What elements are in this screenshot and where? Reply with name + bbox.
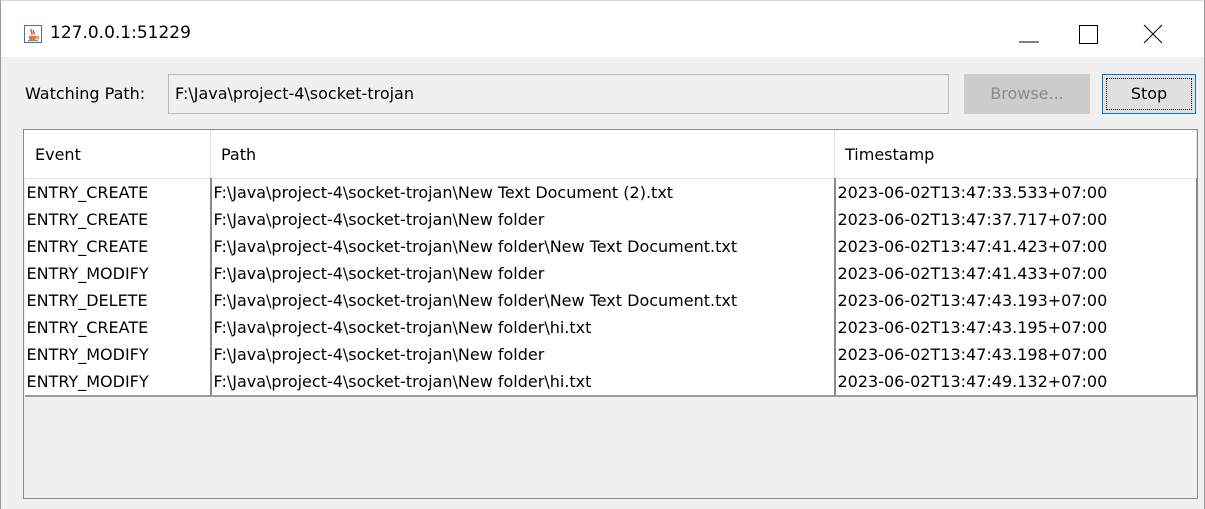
event-cell[interactable]: ENTRY_CREATE [24,206,212,233]
path-cell[interactable]: F:\Java\project-4\socket-trojan\New fold… [210,341,836,368]
maximize-button[interactable] [1068,1,1118,57]
maximize-icon [1079,25,1098,44]
events-table-pane[interactable]: Event Path Timestamp ENTRY_CREATE F:\Jav… [23,129,1198,499]
table-row[interactable]: ENTRY_CREATE F:\Java\project-4\socket-tr… [24,206,1197,233]
watching-path-field[interactable]: F:\Java\project-4\socket-trojan [168,74,949,114]
path-cell[interactable]: F:\Java\project-4\socket-trojan\New fold… [210,314,836,341]
column-header-timestamp[interactable]: Timestamp [834,130,1197,179]
event-cell[interactable]: ENTRY_DELETE [24,287,212,314]
app-window: 127.0.0.1:51229 Watching Path: F:\Java\p… [0,0,1205,509]
timestamp-cell[interactable]: 2023-06-02T13:47:33.533+07:00 [834,178,1197,206]
timestamp-cell[interactable]: 2023-06-02T13:47:41.423+07:00 [834,233,1197,260]
timestamp-cell[interactable]: 2023-06-02T13:47:43.193+07:00 [834,287,1197,314]
stop-button-label: Stop [1130,84,1168,103]
path-cell[interactable]: F:\Java\project-4\socket-trojan\New fold… [210,287,836,314]
event-cell[interactable]: ENTRY_MODIFY [24,260,212,287]
timestamp-cell[interactable]: 2023-06-02T13:47:37.717+07:00 [834,206,1197,233]
java-coffee-cup-icon[interactable] [24,25,42,43]
stop-button[interactable]: Stop [1102,74,1196,114]
column-header-path[interactable]: Path [210,130,835,179]
event-cell[interactable]: ENTRY_CREATE [24,233,212,260]
path-cell[interactable]: F:\Java\project-4\socket-trojan\New fold… [210,233,836,260]
path-cell[interactable]: F:\Java\project-4\socket-trojan\New Text… [210,178,836,206]
table-row[interactable]: ENTRY_CREATE F:\Java\project-4\socket-tr… [24,233,1197,260]
timestamp-cell[interactable]: 2023-06-02T13:47:49.132+07:00 [834,368,1197,397]
table-row[interactable]: ENTRY_DELETE F:\Java\project-4\socket-tr… [24,287,1197,314]
table-row[interactable]: ENTRY_MODIFY F:\Java\project-4\socket-tr… [24,341,1197,368]
table-row[interactable]: ENTRY_MODIFY F:\Java\project-4\socket-tr… [24,260,1197,287]
event-cell[interactable]: ENTRY_CREATE [24,178,212,206]
timestamp-cell[interactable]: 2023-06-02T13:47:43.195+07:00 [834,314,1197,341]
table-header-row: Event Path Timestamp [24,130,1197,179]
table-row[interactable]: ENTRY_CREATE F:\Java\project-4\socket-tr… [24,178,1197,206]
title-bar[interactable]: 127.0.0.1:51229 [1,1,1204,57]
events-table: Event Path Timestamp ENTRY_CREATE F:\Jav… [24,130,1197,397]
table-row[interactable]: ENTRY_MODIFY F:\Java\project-4\socket-tr… [24,368,1197,397]
event-cell[interactable]: ENTRY_MODIFY [24,368,212,397]
event-cell[interactable]: ENTRY_MODIFY [24,341,212,368]
path-cell[interactable]: F:\Java\project-4\socket-trojan\New fold… [210,260,836,287]
minimize-icon [1019,41,1039,43]
close-icon [1143,24,1163,44]
window-title: 127.0.0.1:51229 [50,23,191,43]
watching-path-label: Watching Path: [25,84,146,103]
path-cell[interactable]: F:\Java\project-4\socket-trojan\New fold… [210,206,836,233]
browse-button[interactable]: Browse... [964,74,1090,114]
timestamp-cell[interactable]: 2023-06-02T13:47:43.198+07:00 [834,341,1197,368]
column-header-event[interactable]: Event [24,130,211,179]
timestamp-cell[interactable]: 2023-06-02T13:47:41.433+07:00 [834,260,1197,287]
event-cell[interactable]: ENTRY_CREATE [24,314,212,341]
close-button[interactable] [1133,1,1183,57]
path-cell[interactable]: F:\Java\project-4\socket-trojan\New fold… [210,368,836,397]
minimize-button[interactable] [1007,1,1057,57]
table-row[interactable]: ENTRY_CREATE F:\Java\project-4\socket-tr… [24,314,1197,341]
